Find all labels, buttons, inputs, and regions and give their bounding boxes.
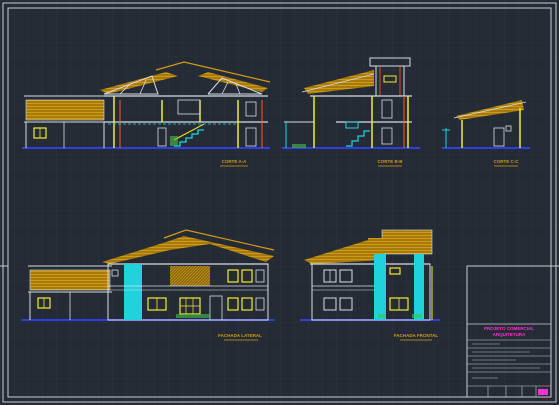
side-facade-label: FACHADA LATERAL — [218, 333, 262, 338]
section-c-c-label: CORTE C-C — [494, 159, 520, 164]
front-facade-label: FACHADA FRONTAL — [394, 333, 438, 338]
section-a-a-label: CORTE A-A — [222, 159, 248, 164]
cad-drawing-canvas[interactable]: CORTE A-A CORTE B-B CORTE C-C FACHADA LA… — [0, 0, 559, 405]
title-block-project-line2: ARQUITETURA — [493, 332, 526, 337]
title-block-project-line1: PROJETO COMERCIAL — [484, 326, 534, 331]
section-b-b-label: CORTE B-B — [378, 159, 404, 164]
